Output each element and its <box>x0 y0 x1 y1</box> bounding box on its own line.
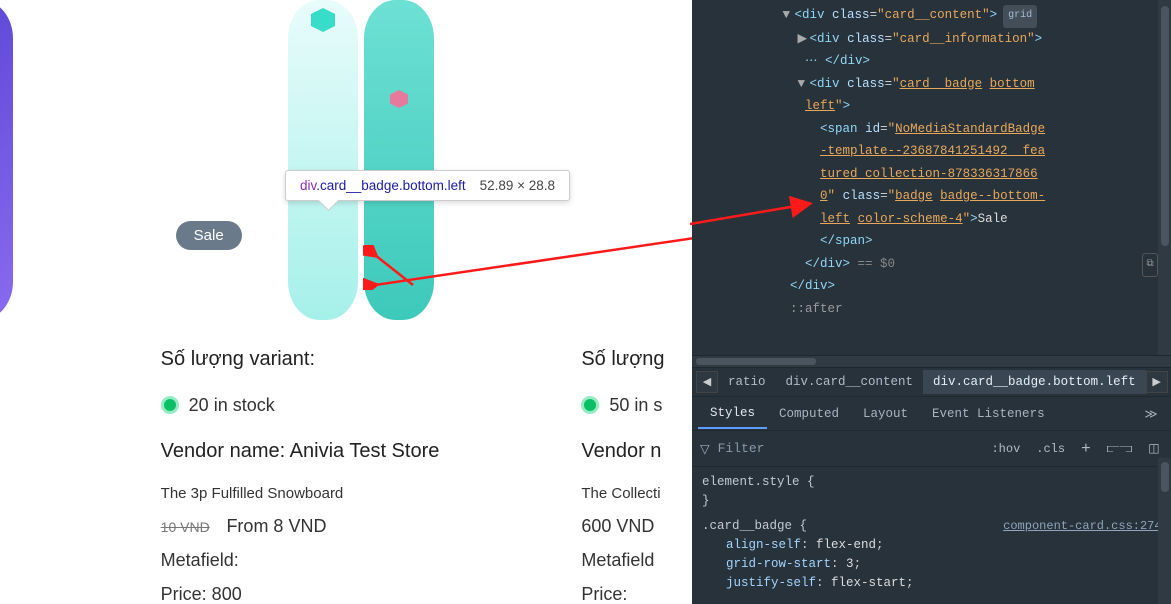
product-card[interactable]: Số lượng 50 in s Vendor n The Collecti 6… <box>581 0 692 604</box>
dom-node[interactable]: </span> <box>692 230 1171 253</box>
dom-node[interactable]: <span id="NoMediaStandardBadge <box>692 118 1171 141</box>
sale-badge: Sale <box>176 221 242 250</box>
dom-node[interactable]: </div> == $0⧉ <box>692 253 1171 276</box>
styles-pane[interactable]: element.style { } component-card.css:274… <box>692 467 1171 599</box>
tab-computed[interactable]: Computed <box>767 400 851 428</box>
tooltip-dims: 52.89 × 28.8 <box>480 178 555 193</box>
dom-node[interactable]: ⋯ </div> <box>692 50 1171 73</box>
breadcrumb-next-icon[interactable]: ▶ <box>1146 371 1168 393</box>
price2: Price: 800 <box>161 577 562 604</box>
dom-node[interactable]: tured_collection-878336317866 <box>692 163 1171 186</box>
copy-icon[interactable]: ⧉ <box>1142 253 1157 278</box>
variant-label: Số lượng variant: <box>161 340 562 378</box>
stock-row: 50 in s <box>581 388 692 422</box>
hov-toggle[interactable]: :hov <box>987 440 1024 458</box>
vendor-line: or name: Anivia Test Store <box>0 396 141 434</box>
product-title: The Collecti <box>581 480 692 509</box>
breadcrumb-prev-icon[interactable]: ◀ <box>696 371 718 393</box>
grid-badge[interactable]: grid <box>1003 5 1037 28</box>
scrollbar-vertical[interactable] <box>1158 458 1171 604</box>
breadcrumb-item[interactable]: div.card__content <box>776 370 924 394</box>
more-tabs-icon[interactable]: ≫ <box>1137 406 1166 422</box>
product-title: The 3p Fulfilled Snowboard <box>161 480 562 509</box>
stock-text: 50 in s <box>609 388 662 422</box>
metafield: field: custom 111 <box>0 519 141 555</box>
dom-node[interactable]: left"> <box>692 95 1171 118</box>
product-card[interactable]: ợng variant: or name: Anivia Test Store … <box>0 0 141 604</box>
new-rule-icon[interactable]: + <box>1077 438 1095 460</box>
price-line: 600 VND <box>581 509 692 543</box>
dom-node[interactable]: ▼<div class="card__badge bottom <box>692 73 1171 96</box>
css-declaration[interactable]: grid-row-start: 3; <box>702 555 1162 574</box>
dom-node[interactable]: -template--23687841251492__fea <box>692 140 1171 163</box>
breadcrumb-item[interactable]: div.card__badge.bottom.left <box>923 370 1146 394</box>
stock-icon <box>581 396 599 414</box>
css-declaration[interactable]: align-self: flex-end; <box>702 536 1162 555</box>
tooltip-tag: div <box>300 178 316 193</box>
element-tooltip: div.card__badge.bottom.left 52.89 × 28.8 <box>285 170 570 201</box>
stock-row: 20 in stock <box>161 388 562 422</box>
sidebar-toggle-icon[interactable]: ◫ <box>1144 439 1163 458</box>
dom-node[interactable]: 0" class="badge badge--bottom- <box>692 185 1171 208</box>
tab-styles[interactable]: Styles <box>698 399 767 429</box>
cls-toggle[interactable]: .cls <box>1032 440 1069 458</box>
vendor-line: Vendor n <box>581 432 692 470</box>
scrollbar-horizontal[interactable] <box>692 355 1171 367</box>
vendor-line: Vendor name: Anivia Test Store <box>161 432 562 470</box>
price2: Price: <box>581 577 692 604</box>
product-image <box>0 0 141 330</box>
price-line: From 8 VND <box>226 516 326 536</box>
metafield: Metafield: <box>161 543 562 577</box>
filter-icon: ▽ <box>700 441 710 457</box>
product-image <box>581 0 692 330</box>
variant-label: ợng variant: <box>0 340 141 378</box>
devtools-panel: ▼<div class="card__content">grid ▶<div c… <box>692 0 1171 604</box>
scrollbar-vertical[interactable] <box>1158 0 1171 355</box>
variant-label: Số lượng <box>581 340 692 378</box>
css-source-link[interactable]: component-card.css:274 <box>1003 517 1161 536</box>
metafield: Metafield <box>581 543 692 577</box>
breadcrumb-bar[interactable]: ◀ ratio div.card__content div.card__badg… <box>692 367 1171 397</box>
css-selector[interactable]: .card__badge { <box>702 519 807 533</box>
stock-text: 20 in stock <box>189 388 275 422</box>
product-image: Sale <box>161 0 562 330</box>
dom-tree[interactable]: ▼<div class="card__content">grid ▶<div c… <box>692 0 1171 355</box>
page-preview: ợng variant: or name: Anivia Test Store … <box>0 0 692 604</box>
old-price: 10 VND <box>161 519 210 535</box>
dom-node[interactable]: </div> <box>692 275 1171 298</box>
tab-layout[interactable]: Layout <box>851 400 920 428</box>
tab-event-listeners[interactable]: Event Listeners <box>920 400 1057 428</box>
product-title: nventory Not Tracked - Snowboard <box>0 448 141 477</box>
price-line: D <box>0 477 141 509</box>
tooltip-classes: .card__badge.bottom.left <box>316 178 465 193</box>
dom-node[interactable]: ▼<div class="card__content">grid <box>692 4 1171 28</box>
filter-input[interactable] <box>718 441 980 456</box>
css-selector[interactable]: element.style { <box>702 475 815 489</box>
breadcrumb-item[interactable]: ratio <box>718 370 776 394</box>
stock-icon <box>161 396 179 414</box>
styles-tabbar[interactable]: Styles Computed Layout Event Listeners ≫ <box>692 397 1171 431</box>
dom-node[interactable]: ::after <box>692 298 1171 321</box>
filter-row: ▽ :hov .cls + ⫍⫎ ◫ <box>692 431 1171 467</box>
computed-toggle-icon[interactable]: ⫍⫎ <box>1103 440 1137 458</box>
dom-node[interactable]: left color-scheme-4">Sale <box>692 208 1171 231</box>
dom-node[interactable]: ▶<div class="card__information"> <box>692 28 1171 51</box>
css-declaration[interactable]: justify-self: flex-start; <box>702 574 1162 593</box>
product-card[interactable]: Sale Số lượng variant: 20 in stock Vendo… <box>161 0 562 604</box>
